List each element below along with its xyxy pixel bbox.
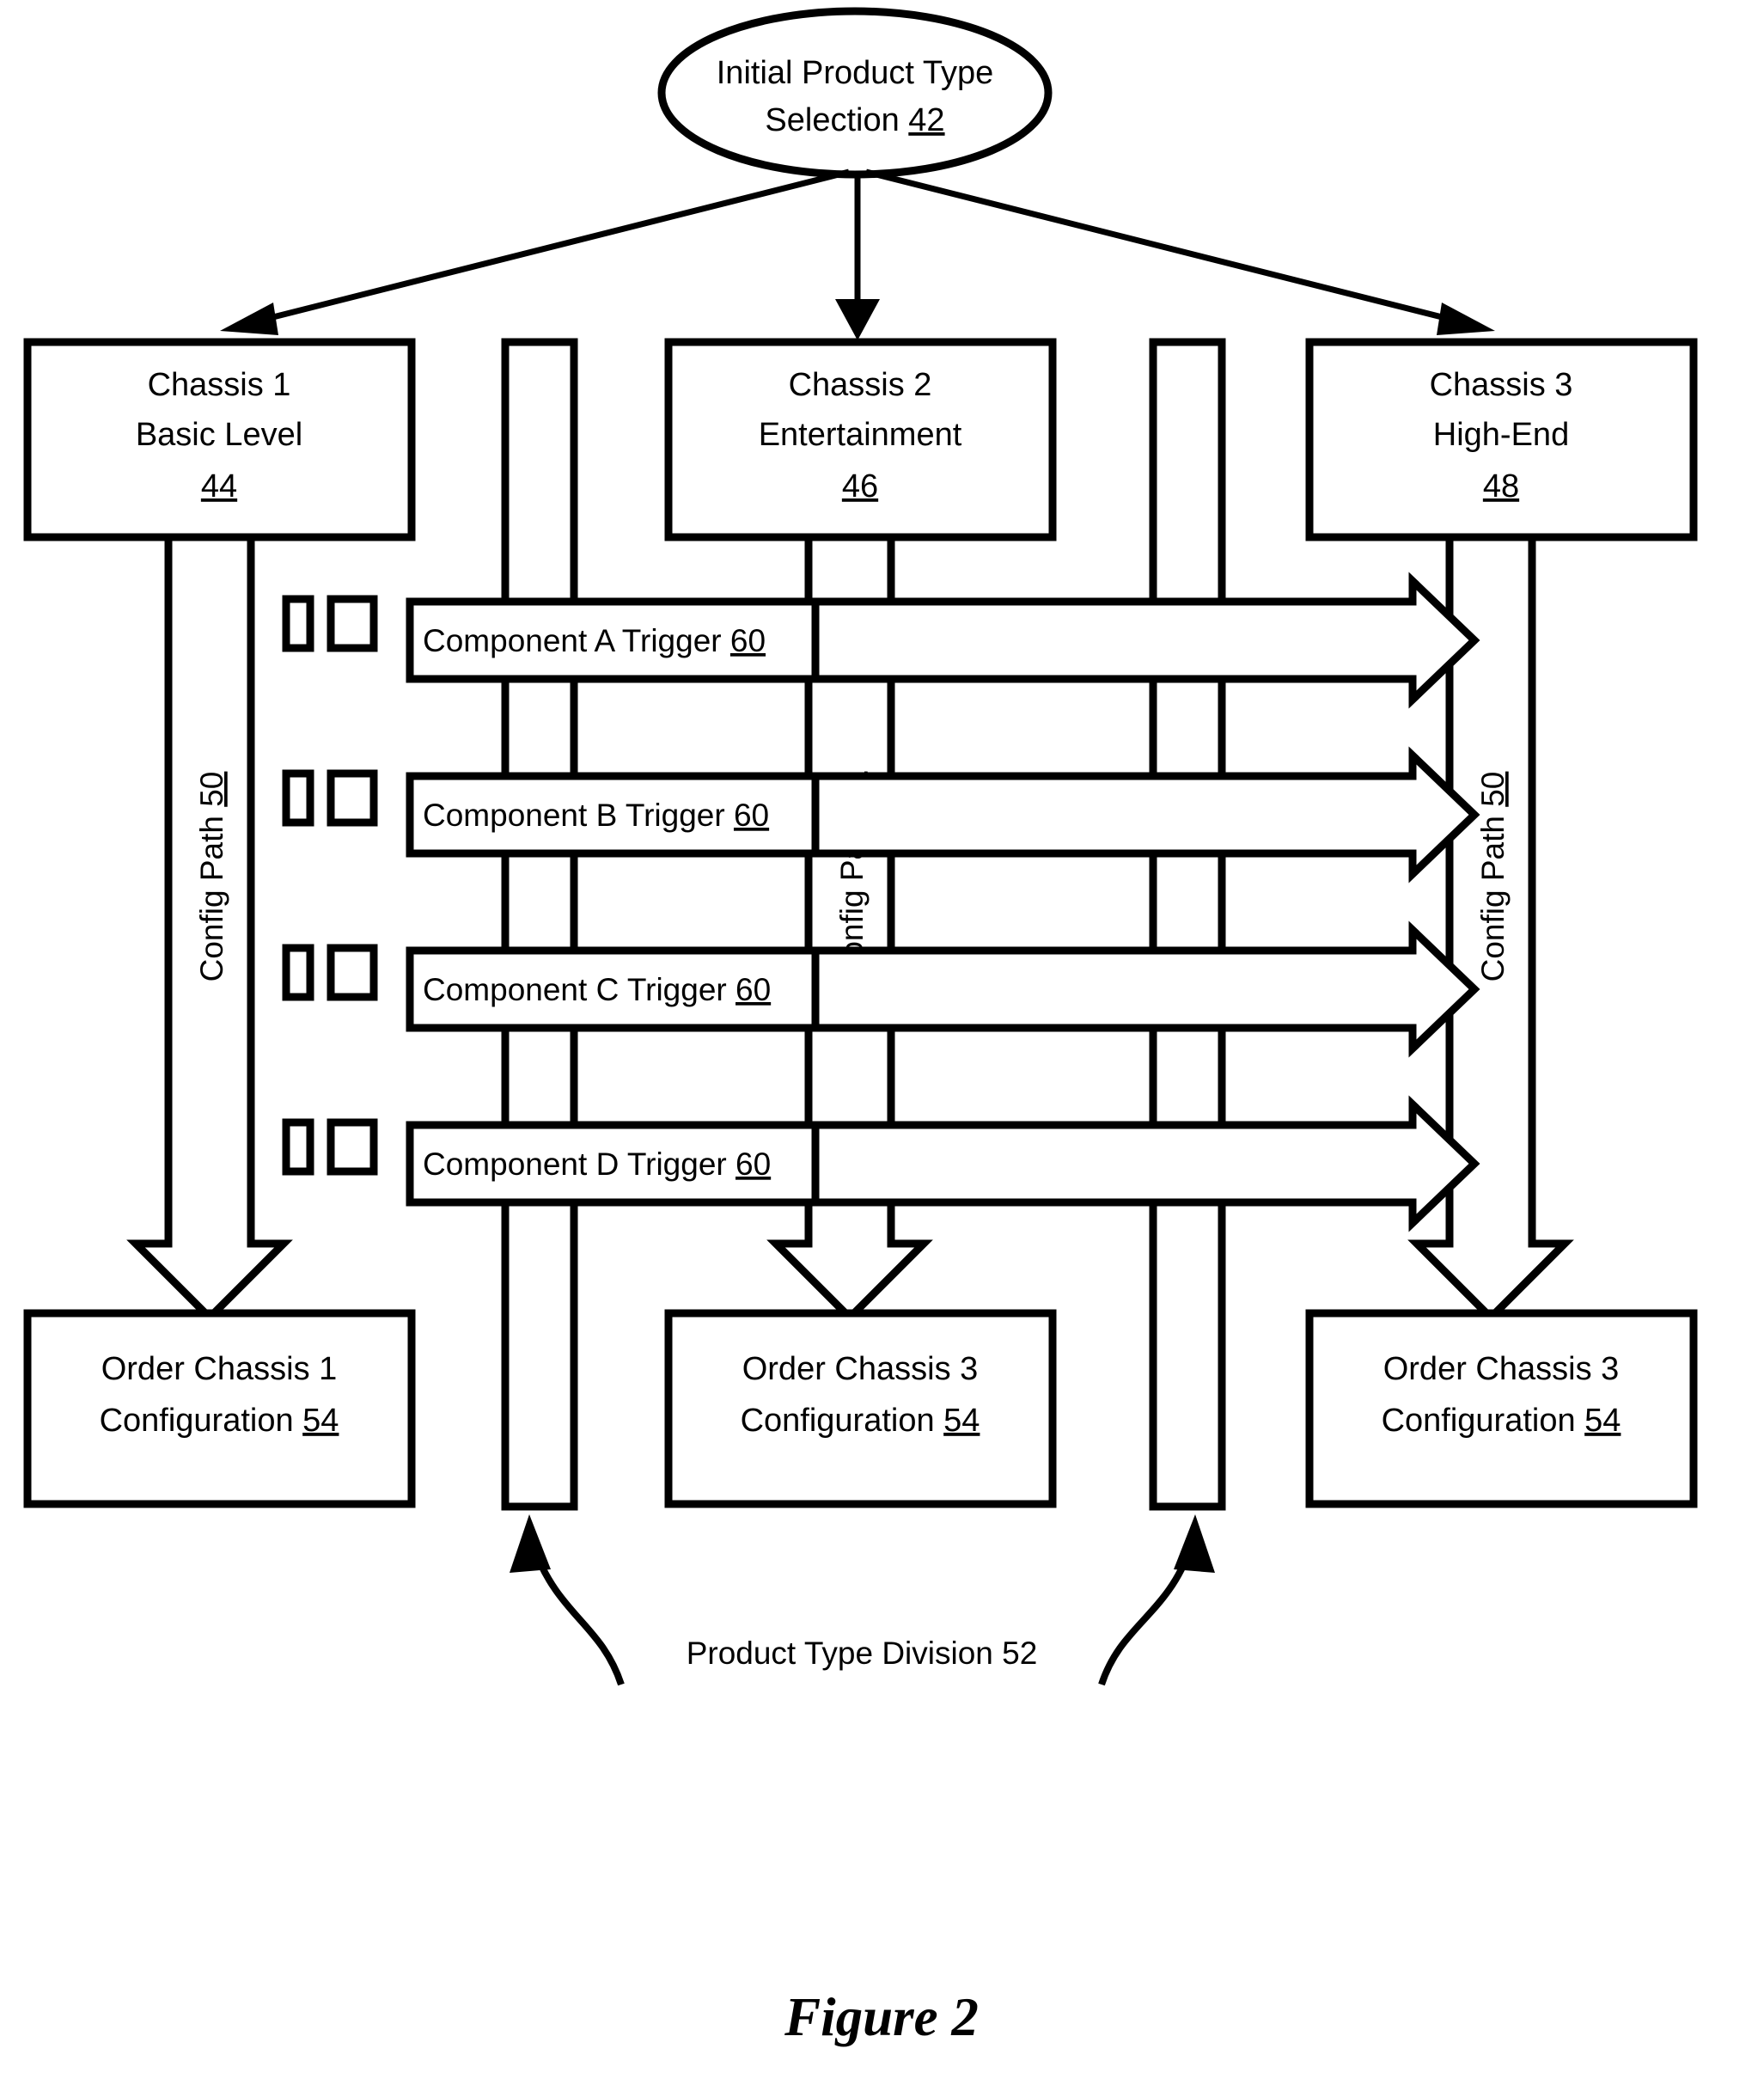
trigger-a-label: Component A Trigger 60 [423, 623, 766, 658]
trigger-c-label: Component C Trigger 60 [423, 972, 771, 1007]
chassis-2-line1: Chassis 2 [789, 367, 932, 403]
chassis-1-line1: Chassis 1 [148, 367, 291, 403]
trigger-c-text: Component C Trigger [423, 972, 736, 1007]
product-type-division-label: Product Type Division 52 [687, 1636, 1038, 1671]
config-path-3-label: Config Path 50 [1475, 772, 1511, 982]
product-type-division-bar-left [501, 338, 578, 1511]
order-1-line1: Order Chassis 1 [101, 1351, 338, 1387]
order-1-text: Configuration [100, 1403, 303, 1439]
order-3-line2: Configuration 54 [1382, 1403, 1621, 1439]
trigger-b-checkbox-1[interactable] [282, 769, 314, 827]
division-leader-left [510, 1514, 625, 1686]
config-path-3-text: Config Path [1475, 807, 1511, 982]
initial-selection-ref: 42 [908, 102, 944, 138]
config-path-1-label: Config Path 50 [194, 772, 229, 982]
figure-canvas: Initial Product Type Selection 42 Chassi… [0, 0, 1764, 2079]
order-box-1[interactable]: Order Chassis 1 Configuration 54 [23, 1309, 416, 1508]
trigger-b-label: Component B Trigger 60 [423, 798, 769, 833]
order-1-line2: Configuration 54 [100, 1403, 339, 1439]
order-2-line2: Configuration 54 [741, 1403, 980, 1439]
trigger-d-checkbox-2[interactable] [327, 1118, 378, 1176]
initial-selection-line2: Selection 42 [765, 102, 944, 138]
order-1-ref: 54 [302, 1403, 339, 1439]
order-3-text: Configuration [1382, 1403, 1585, 1439]
chassis-box-3[interactable]: Chassis 3 High-End 48 [1305, 338, 1698, 541]
config-path-arrow-1: Config Path 50 [126, 533, 293, 1324]
branch-arrow-right [865, 168, 1495, 335]
trigger-b-text: Component B Trigger [423, 798, 734, 833]
chassis-1-line2: Basic Level [136, 417, 302, 453]
order-2-line1: Order Chassis 3 [742, 1351, 979, 1387]
trigger-d-ref: 60 [736, 1147, 771, 1182]
chassis-box-1[interactable]: Chassis 1 Basic Level 44 [23, 338, 416, 541]
trigger-d-text: Component D Trigger [423, 1147, 736, 1182]
order-2-text: Configuration [741, 1403, 944, 1439]
chassis-1-ref: 44 [201, 468, 237, 504]
config-path-1-text: Config Path [194, 807, 229, 982]
trigger-c-checkbox-2[interactable] [327, 944, 378, 1001]
chassis-box-2[interactable]: Chassis 2 Entertainment 46 [664, 338, 1057, 541]
product-type-division-bar-right [1149, 338, 1226, 1511]
trigger-a-text: Component A Trigger [423, 623, 730, 658]
division-leader-right [1098, 1514, 1215, 1686]
trigger-a-checkbox-2[interactable] [327, 595, 378, 652]
trigger-row-c: Component C Trigger 60 [282, 920, 1480, 1058]
chassis-3-ref: 48 [1483, 468, 1519, 504]
trigger-b-checkbox-2[interactable] [327, 769, 378, 827]
trigger-a-ref: 60 [730, 623, 766, 658]
chassis-2-ref: 46 [842, 468, 878, 504]
trigger-row-d: Component D Trigger 60 [282, 1095, 1480, 1232]
trigger-a-checkbox-1[interactable] [282, 595, 314, 652]
initial-selection-node: Initial Product Type Selection 42 [657, 7, 1053, 179]
trigger-d-checkbox-1[interactable] [282, 1118, 314, 1176]
chassis-3-line2: High-End [1433, 417, 1569, 453]
chassis-2-line2: Entertainment [759, 417, 962, 453]
initial-selection-line2-text: Selection [765, 102, 908, 138]
config-path-1-ref: 50 [194, 772, 229, 807]
figure-caption: Figure 2 [784, 1987, 979, 2047]
initial-selection-line1: Initial Product Type [717, 55, 993, 91]
config-path-3-ref: 50 [1475, 772, 1511, 807]
trigger-row-b: Component B Trigger 60 [282, 746, 1480, 884]
trigger-d-label: Component D Trigger 60 [423, 1147, 771, 1182]
order-2-ref: 54 [943, 1403, 980, 1439]
branch-arrow-left [220, 168, 850, 335]
order-3-ref: 54 [1584, 1403, 1621, 1439]
trigger-c-checkbox-1[interactable] [282, 944, 314, 1001]
trigger-c-ref: 60 [736, 972, 771, 1007]
branch-arrow-center [835, 172, 880, 340]
order-box-2[interactable]: Order Chassis 3 Configuration 54 [664, 1309, 1057, 1508]
chassis-3-line1: Chassis 3 [1430, 367, 1573, 403]
order-box-3[interactable]: Order Chassis 3 Configuration 54 [1305, 1309, 1698, 1508]
order-3-line1: Order Chassis 3 [1383, 1351, 1620, 1387]
trigger-row-a: Component A Trigger 60 [282, 572, 1480, 709]
trigger-b-ref: 60 [734, 798, 769, 833]
